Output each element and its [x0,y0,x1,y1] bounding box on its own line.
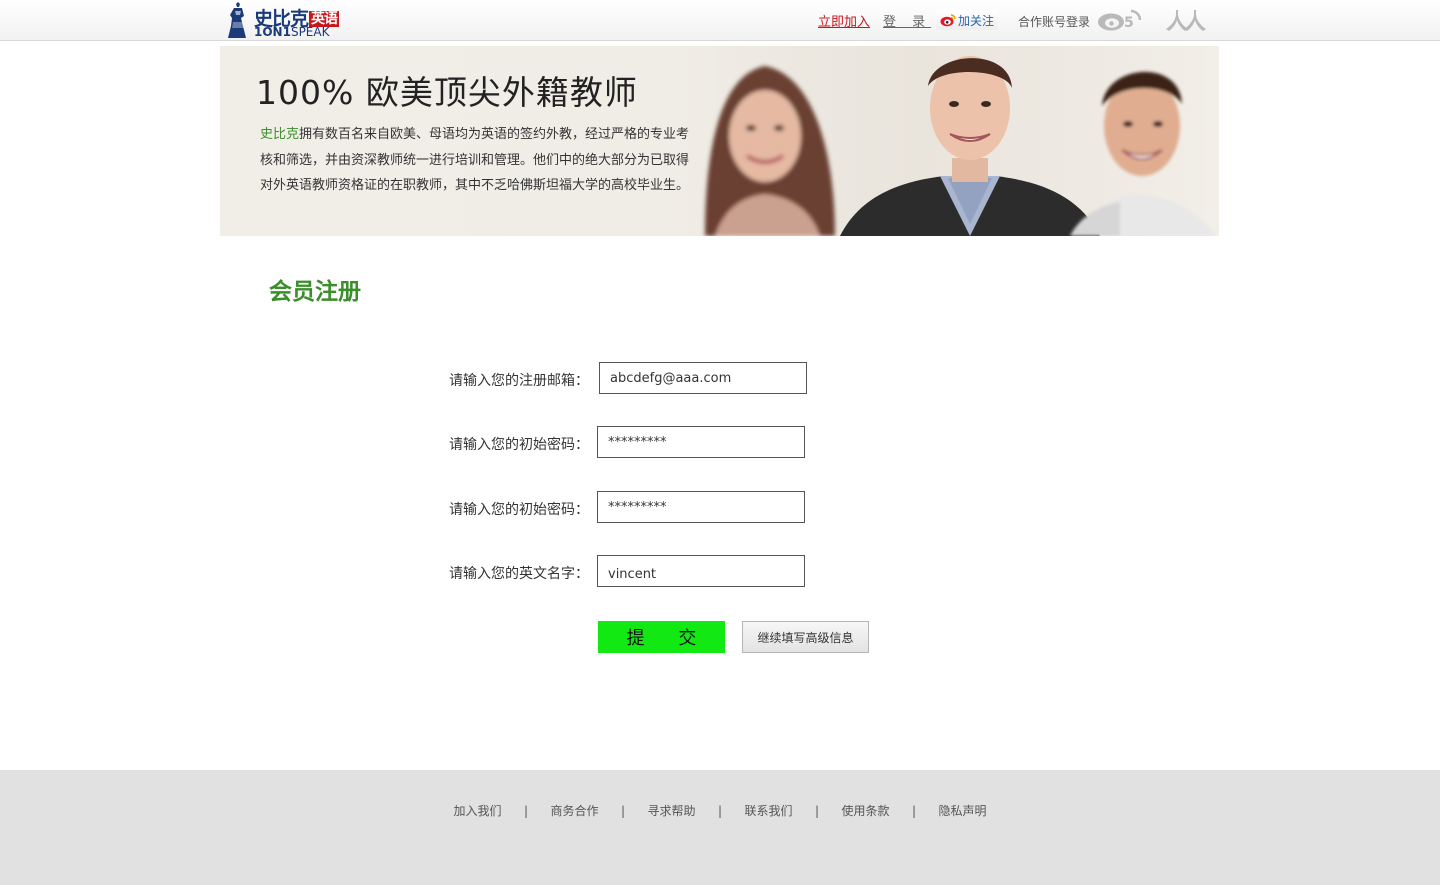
password-confirm-label: 请输入您的初始密码： [449,502,589,518]
weibo-follow-button[interactable]: 加关注 [936,10,999,30]
english-name-field[interactable] [597,555,805,587]
teachers-banner: 100% 欧美顶尖外籍教师 史比克拥有数百名来自欧美、母语均为英语的签约外教，经… [220,46,1219,236]
renren-login-icon[interactable] [1165,8,1207,32]
footer-link-business[interactable]: 商务合作 [550,804,598,818]
english-name-label: 请输入您的英文名字： [449,566,589,582]
footer-link-privacy[interactable]: 隐私声明 [939,804,987,818]
password-label: 请输入您的初始密码： [449,437,589,453]
weibo-login-icon[interactable]: 5 [1097,8,1141,32]
footer-links: 加入我们 | 商务合作 | 寻求帮助 | 联系我们 | 使用条款 | 隐私声明 [0,802,1440,819]
footer: 加入我们 | 商务合作 | 寻求帮助 | 联系我们 | 使用条款 | 隐私声明 [0,770,1440,885]
footer-link-contact[interactable]: 联系我们 [745,804,793,818]
svg-text:5: 5 [1124,15,1134,31]
footer-link-terms[interactable]: 使用条款 [842,804,890,818]
footer-separator: | [717,804,723,818]
password-confirm-field[interactable] [597,491,805,523]
teacher-photo-woman [705,66,835,236]
footer-separator: | [814,804,820,818]
site-logo[interactable]: 史比克 英语 1ON1SPEAK [224,2,356,39]
advanced-info-button[interactable]: 继续填写高级信息 [742,621,869,653]
top-bar: 史比克 英语 1ON1SPEAK 立即加入 登 录 加关注 合作账号登录 5 [0,0,1440,41]
partner-login-label: 合作账号登录 [1018,15,1091,29]
page-title: 会员注册 [269,278,361,305]
statue-of-liberty-icon [228,2,246,38]
footer-link-join-us[interactable]: 加入我们 [453,804,501,818]
teacher-photo-man-right [1070,71,1215,236]
login-link[interactable]: 登 录 [883,11,931,30]
join-now-link[interactable]: 立即加入 [818,11,870,30]
banner-description: 史比克拥有数百名来自欧美、母语均为英语的签约外教，经过严格的专业考核和筛选，并由… [260,127,690,193]
weibo-follow-label: 加关注 [958,13,995,28]
submit-button[interactable]: 提 交 [598,621,725,653]
email-field[interactable] [599,362,807,394]
footer-separator: | [912,804,917,818]
footer-separator: | [620,804,625,818]
footer-link-help[interactable]: 寻求帮助 [647,804,695,818]
weibo-icon [940,14,956,27]
email-label: 请输入您的注册邮箱： [449,373,589,389]
logo-text-en: 1ON1SPEAK [254,25,330,39]
password-field[interactable] [597,426,805,458]
footer-separator: | [523,804,528,818]
banner-title: 100% 欧美顶尖外籍教师 [256,73,638,112]
